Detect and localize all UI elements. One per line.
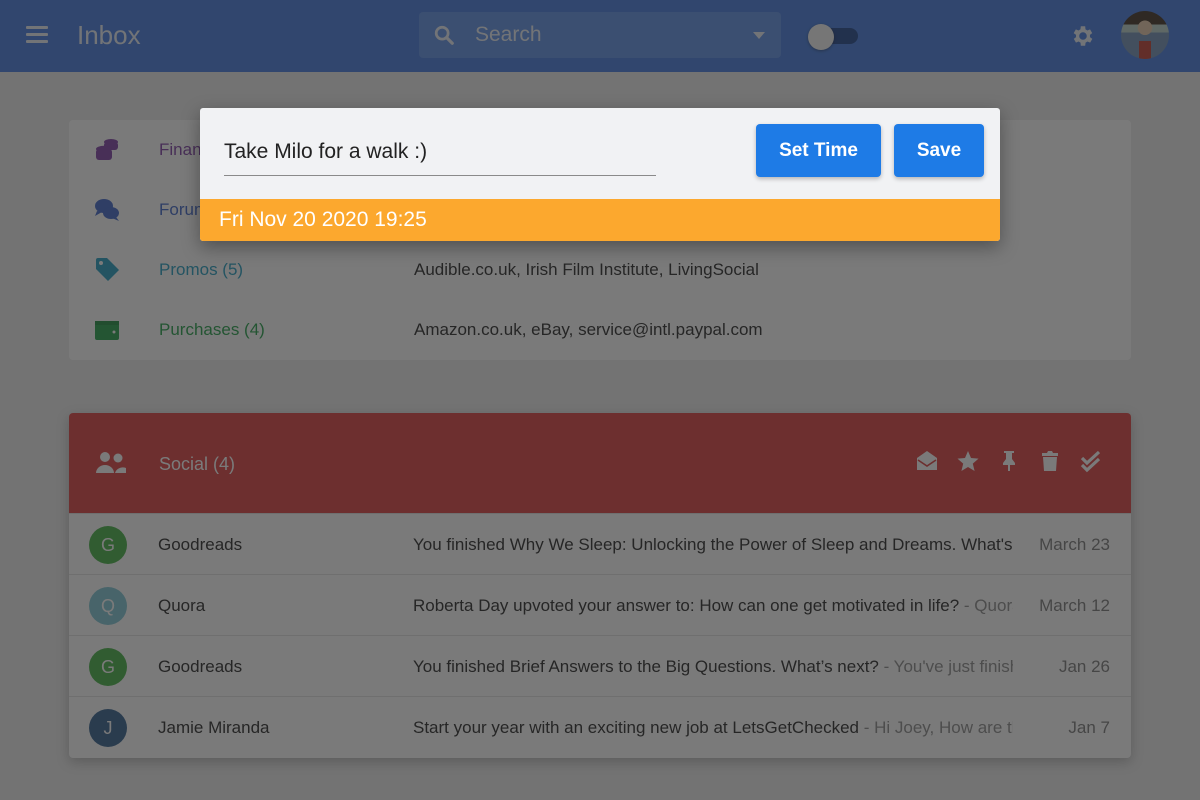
reminder-text-input[interactable] [224,128,656,176]
reminder-dialog: Set Time Save Fri Nov 20 2020 19:25 [200,108,1000,241]
save-button[interactable]: Save [894,124,984,177]
set-time-button[interactable]: Set Time [756,124,881,177]
reminder-datetime: Fri Nov 20 2020 19:25 [200,199,1000,241]
